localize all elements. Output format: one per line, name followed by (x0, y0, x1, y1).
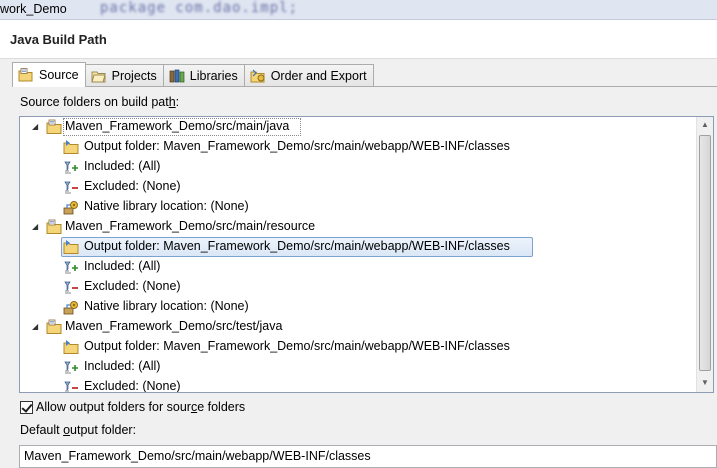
mnemonic: h (168, 95, 176, 109)
tab-projects[interactable]: Projects (84, 64, 164, 87)
tree-item-label: Included: (All) (84, 359, 161, 373)
tree-child-item[interactable]: Excluded: (None) (20, 377, 698, 393)
tree-item-label: Output folder: Maven_Framework_Demo/src/… (84, 239, 510, 253)
scroll-down-arrow-icon[interactable]: ▼ (697, 375, 713, 391)
tab-bar: Source Projects Libraries Order and Expo… (12, 62, 374, 87)
scrollbar-thumb[interactable] (699, 135, 711, 371)
default-output-folder-input[interactable]: Maven_Framework_Demo/src/main/webapp/WEB… (19, 445, 717, 468)
tree-item-label: Excluded: (None) (84, 279, 181, 293)
native-library-icon (63, 299, 79, 315)
source-folder-icon (18, 68, 34, 82)
output-folder-icon (63, 239, 79, 255)
window-title: work_Demo (0, 2, 67, 16)
source-folder-icon (46, 319, 62, 335)
exclusion-filter-icon (63, 179, 79, 195)
editor-snippet: package com.dao.impl; (100, 0, 299, 16)
tree-item-label: Excluded: (None) (84, 379, 181, 393)
mnemonic: o (63, 423, 71, 437)
exclusion-filter-icon (63, 379, 79, 392)
tab-order-and-export[interactable]: Order and Export (243, 64, 374, 87)
order-export-icon (250, 69, 266, 83)
expand-triangle-icon[interactable]: ◢ (32, 222, 41, 231)
tree-root-item[interactable]: ◢ Maven_Framework_Demo/src/main/java (20, 117, 698, 137)
label-text: Source folders on build pat (20, 95, 169, 109)
inclusion-filter-icon (63, 259, 79, 275)
tree-item-label: Native library location: (None) (84, 299, 249, 313)
tree-item-label: Included: (All) (84, 159, 161, 173)
exclusion-filter-icon (63, 279, 79, 295)
tab-source[interactable]: Source (12, 62, 86, 87)
tab-label: Projects (111, 69, 157, 83)
tree-item-label: Maven_Framework_Demo/src/test/java (65, 319, 283, 333)
source-folder-icon (46, 119, 62, 135)
source-folders-label: Source folders on build path: (20, 95, 179, 109)
page-header (0, 20, 717, 58)
expand-triangle-icon[interactable]: ◢ (32, 122, 41, 131)
tree-item-label: Output folder: Maven_Framework_Demo/src/… (84, 339, 510, 353)
tree-item-label: Output folder: Maven_Framework_Demo/src/… (84, 139, 510, 153)
output-folder-icon (63, 139, 79, 155)
tab-label: Libraries (189, 69, 238, 83)
scroll-up-arrow-icon[interactable]: ▲ (697, 117, 713, 133)
tab-label: Source (39, 68, 79, 82)
default-output-folder-label: Default output folder: (20, 423, 136, 437)
tree-child-item[interactable]: Included: (All) (20, 257, 698, 277)
checkbox-label: Allow output folders for source folders (36, 400, 245, 414)
inclusion-filter-icon (63, 159, 79, 175)
libraries-icon (169, 69, 185, 83)
inclusion-filter-icon (63, 359, 79, 375)
allow-output-folders-checkbox[interactable] (20, 400, 33, 414)
source-folders-tree[interactable]: ◢ Maven_Framework_Demo/src/main/java Outpu… (19, 116, 714, 393)
page-title: Java Build Path (10, 32, 107, 47)
tree-root-item[interactable]: ◢ Maven_Framework_Demo/src/main/resource (20, 217, 698, 237)
vertical-scrollbar[interactable]: ▲ ▼ (696, 117, 713, 392)
tree-child-item[interactable]: Excluded: (None) (20, 277, 698, 297)
tree-child-item[interactable]: Output folder: Maven_Framework_Demo/src/… (20, 337, 698, 357)
expand-triangle-icon[interactable]: ◢ (32, 322, 41, 331)
tab-libraries[interactable]: Libraries (162, 64, 245, 87)
output-folder-icon (63, 339, 79, 355)
tree-root-item[interactable]: ◢ Maven_Framework_Demo/src/test/java (20, 317, 698, 337)
tree-child-item[interactable]: Native library location: (None) (20, 297, 698, 317)
tree-item-label: Maven_Framework_Demo/src/main/resource (65, 219, 316, 233)
label-text: Allow output folders for sour (36, 400, 191, 414)
tree-child-item[interactable]: Output folder: Maven_Framework_Demo/src/… (20, 237, 698, 257)
label-text: Default (20, 423, 64, 437)
tree-item-label: Included: (All) (84, 259, 161, 273)
tab-label: Order and Export (270, 69, 367, 83)
window-title-strip: work_Demo package com.dao.impl; (0, 0, 717, 20)
tab-panel-border (12, 86, 717, 87)
projects-icon (90, 69, 107, 83)
tree-child-item[interactable]: Native library location: (None) (20, 197, 698, 217)
tree-item-label: Excluded: (None) (84, 179, 181, 193)
label-text: utput folder: (70, 423, 137, 437)
allow-output-folders-option[interactable]: Allow output folders for source folders (20, 400, 245, 414)
tree-child-item[interactable]: Excluded: (None) (20, 177, 698, 197)
tree-child-item[interactable]: Included: (All) (20, 157, 698, 177)
tree-item-label: Native library location: (None) (84, 199, 249, 213)
native-library-icon (63, 199, 79, 215)
tree-item-label: Maven_Framework_Demo/src/main/java (65, 119, 290, 133)
tree-child-item[interactable]: Included: (All) (20, 357, 698, 377)
source-folder-icon (46, 219, 62, 235)
label-text: e folders (197, 400, 246, 414)
label-text: : (175, 95, 180, 109)
tree-child-item[interactable]: Output folder: Maven_Framework_Demo/src/… (20, 137, 698, 157)
